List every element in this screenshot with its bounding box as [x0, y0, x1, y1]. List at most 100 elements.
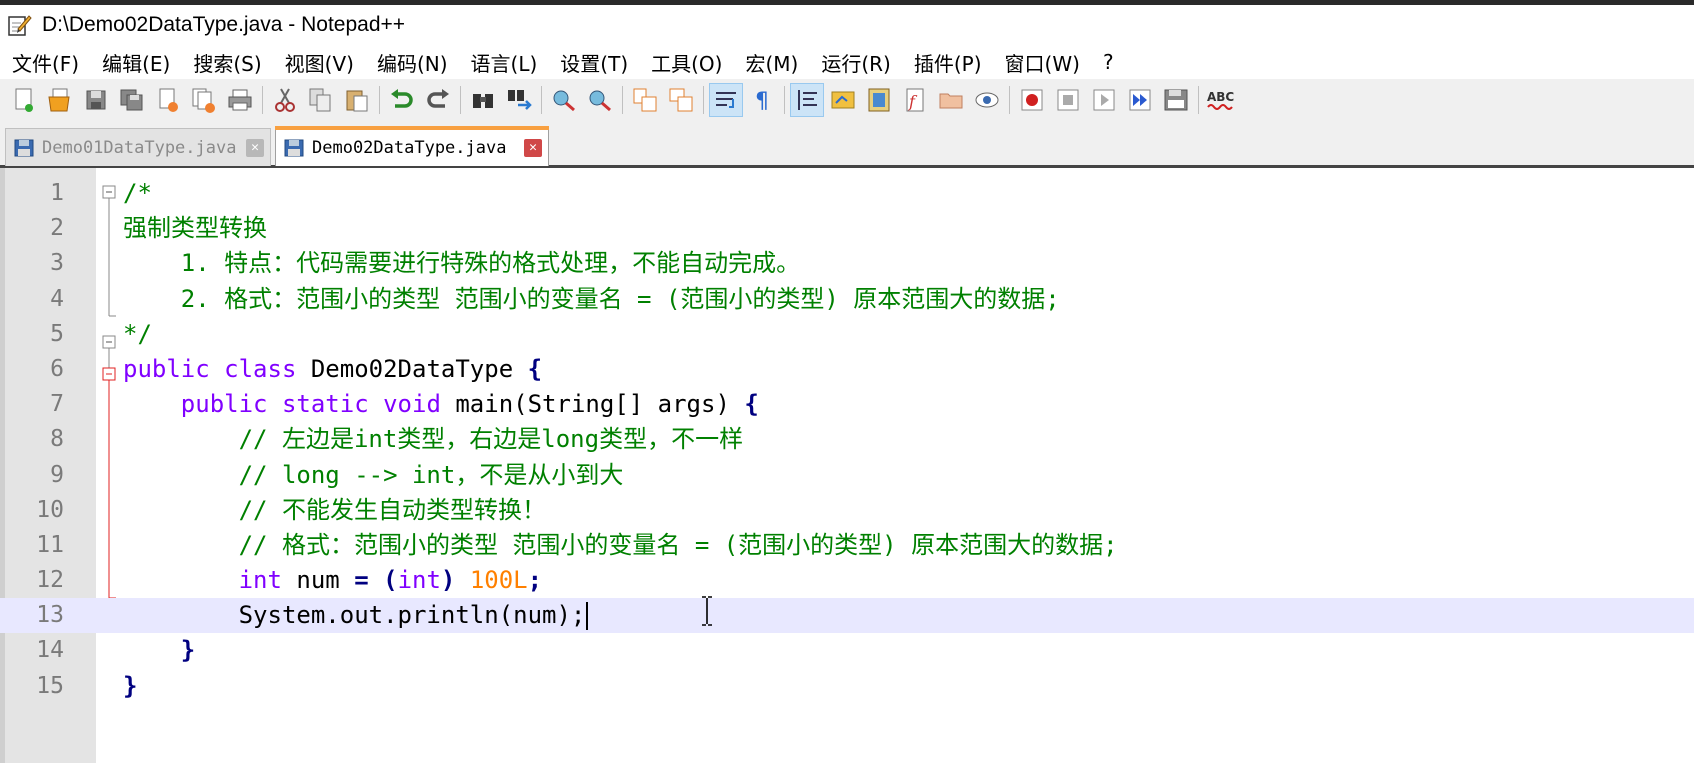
line-number: 5: [50, 320, 64, 347]
sync-vertical-icon[interactable]: [629, 84, 661, 116]
zoom-in-icon[interactable]: [548, 84, 580, 116]
menu-settings[interactable]: 设置(T): [548, 48, 639, 77]
indent-guide-icon[interactable]: [790, 83, 824, 117]
code-line[interactable]: 2 强制类型转换: [0, 211, 1694, 246]
run-macro-multiple-icon[interactable]: [1124, 84, 1156, 116]
toolbar-separator: [262, 86, 263, 114]
word-wrap-icon[interactable]: [709, 83, 743, 117]
record-macro-icon[interactable]: [1016, 84, 1048, 116]
menu-run[interactable]: 运行(R): [809, 48, 902, 77]
code-text: public class Demo02DataType {: [123, 352, 542, 387]
code-line[interactable]: 7 public static void main(String[] args)…: [0, 387, 1694, 422]
saved-file-icon: [14, 139, 34, 156]
toolbar: ¶ f ABC: [0, 80, 1694, 120]
toolbar-separator: [622, 86, 623, 114]
toolbar-separator: [784, 86, 785, 114]
code-text: 强制类型转换: [123, 214, 267, 243]
code-line[interactable]: 4 2. 格式：范围小的类型 范围小的变量名 = (范围小的类型) 原本范围大的…: [0, 282, 1694, 317]
code-line[interactable]: 12 int num = (int) 100L;: [0, 563, 1694, 598]
save-macro-icon[interactable]: [1160, 84, 1192, 116]
code-text: System.out.println(num);: [123, 598, 589, 633]
menu-language[interactable]: 语言(L): [459, 48, 549, 77]
comment: // 不能发生自动类型转换！: [238, 495, 546, 524]
identifier: num: [281, 566, 355, 595]
tab-close-icon[interactable]: ✕: [524, 138, 542, 157]
code-line[interactable]: 6 public class Demo02DataType {: [0, 352, 1694, 387]
line-number: 3: [50, 250, 64, 277]
copy-icon[interactable]: [305, 84, 337, 116]
function-list-icon[interactable]: f: [899, 84, 931, 116]
menu-file[interactable]: 文件(F): [0, 48, 90, 77]
close-icon[interactable]: [152, 84, 184, 116]
menu-view[interactable]: 视图(V): [273, 48, 365, 77]
zoom-out-icon[interactable]: [584, 84, 616, 116]
menu-help[interactable]: ?: [1091, 50, 1125, 74]
code-line[interactable]: 9 // long --> int，不是从小到大: [0, 458, 1694, 493]
menu-edit[interactable]: 编辑(E): [90, 48, 181, 77]
notepad-plus-plus-icon: [6, 13, 32, 37]
code-line[interactable]: 11 // 格式：范围小的类型 范围小的变量名 = (范围小的类型) 原本范围大…: [0, 528, 1694, 563]
class-name: Demo02DataType: [296, 354, 528, 383]
operator: ): [440, 566, 470, 595]
toolbar-separator: [703, 86, 704, 114]
number-literal: 100L: [469, 566, 528, 595]
keyword: void: [383, 390, 441, 419]
line-number: 8: [50, 426, 64, 453]
code-line[interactable]: 14 }: [0, 633, 1694, 668]
keyword: class: [224, 354, 297, 383]
code-text: // 不能发生自动类型转换！: [123, 493, 546, 528]
menu-encoding[interactable]: 编码(N): [365, 48, 459, 77]
folder-as-workspace-icon[interactable]: [935, 84, 967, 116]
open-file-icon[interactable]: [44, 84, 76, 116]
code-line[interactable]: 1 /*: [0, 176, 1694, 211]
code-line[interactable]: 8 // 左边是int类型，右边是long类型，不一样: [0, 422, 1694, 457]
print-icon[interactable]: [224, 84, 256, 116]
code-editor[interactable]: 1 /* 2 强制类型转换 3 1. 特点：代码需要进行特殊的格式处理，不能自动完成…: [0, 168, 1694, 763]
code-text: public static void main(String[] args) {: [123, 387, 759, 422]
monitoring-icon[interactable]: [971, 84, 1003, 116]
keyword: public: [180, 390, 268, 419]
line-number: 4: [50, 285, 64, 312]
find-icon[interactable]: [467, 84, 499, 116]
stop-record-icon[interactable]: [1052, 84, 1084, 116]
undo-icon[interactable]: [386, 84, 418, 116]
menu-plugins[interactable]: 插件(P): [902, 48, 993, 77]
code-line[interactable]: 10 // 不能发生自动类型转换！: [0, 493, 1694, 528]
svg-text:¶: ¶: [755, 89, 769, 113]
tab-close-icon[interactable]: ✕: [246, 138, 264, 157]
menu-search[interactable]: 搜索(S): [181, 48, 272, 77]
save-all-icon[interactable]: [116, 84, 148, 116]
line-number: 2: [50, 215, 64, 242]
sync-horizontal-icon[interactable]: [665, 84, 697, 116]
cut-icon[interactable]: [269, 84, 301, 116]
current-line[interactable]: 13 System.out.println(num);: [0, 598, 1694, 634]
save-icon[interactable]: [80, 84, 112, 116]
menu-macro[interactable]: 宏(M): [733, 48, 809, 77]
keyword: int: [397, 566, 441, 595]
replace-icon[interactable]: [503, 84, 535, 116]
code-text: // long --> int，不是从小到大: [123, 458, 624, 493]
code-text: }: [123, 633, 195, 668]
tab-demo02[interactable]: Demo02DataType.java ✕: [275, 126, 549, 166]
show-all-chars-icon[interactable]: ¶: [746, 84, 778, 116]
close-all-icon[interactable]: [188, 84, 220, 116]
line-number: 1: [50, 180, 64, 206]
tab-demo01[interactable]: Demo01DataType.java ✕: [5, 128, 271, 166]
tab-bar: Demo01DataType.java ✕ Demo02DataType.jav…: [0, 120, 1694, 168]
code-line[interactable]: 5 */: [0, 317, 1694, 352]
udl-icon[interactable]: [827, 84, 859, 116]
code-text: 1. 特点：代码需要进行特殊的格式处理，不能自动完成。: [123, 249, 801, 278]
redo-icon[interactable]: [422, 84, 454, 116]
menu-window[interactable]: 窗口(W): [993, 48, 1091, 77]
menu-tools[interactable]: 工具(O): [639, 48, 733, 77]
title-bar: D:\Demo02DataType.java - Notepad++: [0, 5, 1694, 45]
paste-icon[interactable]: [341, 84, 373, 116]
code-line[interactable]: 15}: [0, 669, 1694, 704]
code-line[interactable]: 3 1. 特点：代码需要进行特殊的格式处理，不能自动完成。: [0, 246, 1694, 281]
code-text: 2. 格式：范围小的类型 范围小的变量名 = (范围小的类型) 原本范围大的数据…: [123, 284, 1060, 313]
line-number: 14: [36, 637, 64, 664]
play-macro-icon[interactable]: [1088, 84, 1120, 116]
spell-check-icon[interactable]: ABC: [1205, 84, 1237, 116]
new-file-icon[interactable]: [8, 84, 40, 116]
doc-map-icon[interactable]: [863, 84, 895, 116]
